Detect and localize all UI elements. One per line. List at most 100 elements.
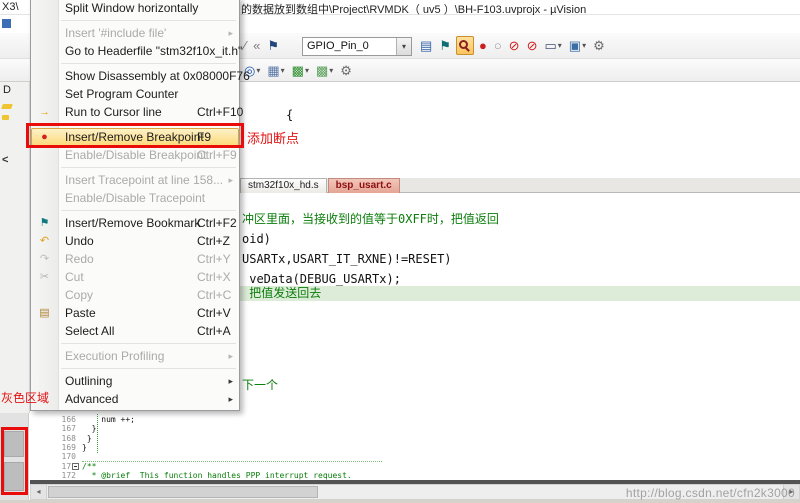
code-line-169[interactable]: 169} [0,443,800,452]
code-line[interactable]: oid) [240,232,800,247]
toolbar-row1-post: ▤ ⚑ ● ○ ⊘ ⊘ ▭ ▾ ▣ ▾ ⚙ [418,36,607,55]
menu-item-advanced[interactable]: Advanced ▸ [31,390,239,408]
bookmark-flag-icon[interactable]: ⚑ [437,36,453,55]
line-number: 168 [61,433,76,443]
cut-scissors-icon: ✂ [39,271,50,283]
code-line-168[interactable]: 168 } [0,434,800,443]
menu-item-paste[interactable]: ▤ Paste Ctrl+V [31,304,239,322]
code-line-167[interactable]: 167 } [0,424,800,433]
debug-windows-icon[interactable]: ▭ ▾ [542,36,563,55]
disable-all-breakpoints-icon[interactable]: ○ [492,36,504,55]
line-number: 169 [61,442,76,452]
code-line[interactable]: 下一个 [240,378,800,393]
collapse-chevron-icon[interactable]: < [2,154,8,166]
line-number: 166 [61,415,76,424]
bookmark-flag-icon: ⚑ [39,217,50,229]
app-icon-fragment [2,19,11,28]
memory-window-icon[interactable]: ▣ ▾ [567,36,588,55]
redo-arrow-icon: ↷ [39,253,50,265]
scroll-left-arrow-icon[interactable]: ◂ [31,485,47,499]
magnifier-glyph [458,40,468,49]
menu-item-redo[interactable]: ↷ Redo Ctrl+Y [31,250,239,268]
toolbar-fragment-icon-1[interactable]: ⁄ [242,36,248,55]
menu-item-select-all[interactable]: Select All Ctrl+A [31,322,239,340]
line-number: 170 [61,452,76,462]
menu-separator [61,210,236,211]
run-to-cursor-icon: → [39,106,50,118]
menu-item-insert-remove-breakpoint[interactable]: ● Insert/Remove Breakpoint F9 [31,128,239,146]
breakpoint-margin[interactable] [0,413,29,500]
code-line[interactable]: veData(DEBUG_USARTx); [240,272,800,287]
menu-item-split-window-horizontally[interactable]: Split Window horizontally [31,0,239,17]
code-line-171[interactable]: 171/** [0,462,800,471]
code-line[interactable]: USARTx,USART_IT_RXNE)!=RESET) [240,252,800,267]
menu-item-enable-disable-breakpoint[interactable]: Enable/Disable Breakpoint Ctrl+F9 [31,146,239,164]
insert-remove-breakpoint-icon[interactable]: ● [477,36,489,55]
magnifier-breakpoint-icon[interactable] [455,36,474,55]
submenu-arrow-icon: ▸ [228,175,233,185]
code-line-166[interactable]: 166 num ++; [0,415,800,424]
notebook-icon[interactable]: ▤ [418,36,434,55]
combobox-value: GPIO_Pin_0 [307,40,369,52]
code-fragment: { [286,108,294,122]
dropdown-arrow-icon: ▾ [557,41,562,50]
scrollbar-thumb[interactable] [48,486,318,498]
title-path-fragment: X3\ [2,1,19,13]
menu-separator [61,63,236,64]
menu-separator [61,167,236,168]
kill-all-breakpoints-icon[interactable]: ⊘ [507,36,522,55]
menu-item-copy[interactable]: Copy Ctrl+C [31,286,239,304]
yellow-marker-icon [2,115,9,120]
dropdown-arrow-icon: ▾ [304,66,309,75]
menu-item-insert-remove-bookmark[interactable]: ⚑ Insert/Remove Bookmark Ctrl+F2 [31,214,239,232]
fold-collapse-icon[interactable] [72,462,79,470]
dropdown-arrow-icon: ▾ [329,66,334,75]
code-line-172[interactable]: 172 * @brief This function handles PPP i… [0,471,800,480]
menu-separator [61,368,236,369]
editor-upper-region[interactable]: { [240,82,800,178]
dropdown-arrow-icon: ▾ [256,66,261,75]
menu-separator [61,124,236,125]
editor-top-code[interactable]: 冲区里面，当接收到的值等于0XFF时，把值返回 oid) USARTx,USART_… [240,193,800,413]
undo-arrow-icon: ↶ [39,235,50,247]
menu-item-insert-include-file[interactable]: Insert '#include file' ▸ [31,24,239,42]
menu-item-insert-tracepoint-at-line-158[interactable]: Insert Tracepoint at line 158... ▸ [31,171,239,189]
toolbar-fragment-icon-2[interactable]: « [251,36,262,55]
dropdown-arrow-icon: ▾ [582,41,587,50]
line-number: 167 [61,424,76,434]
tab-stm32f10x-hd-s[interactable]: stm32f10x_hd.s [240,178,327,193]
configure-gear-icon[interactable]: ⚙ [591,36,607,55]
toolbar-row1-pre: ⁄ «⚑ [242,36,281,55]
code-line[interactable]: 冲区里面，当接收到的值等于0XFF时，把值返回 [240,212,800,227]
menu-item-set-program-counter[interactable]: Set Program Counter [31,85,239,103]
tab-bsp-usart-c[interactable]: bsp_usart.c [327,178,400,193]
stop-sign-icon[interactable]: ⊘ [525,36,540,55]
window-layout-icon[interactable]: ▦ ▾ [265,61,286,80]
menu-item-go-to-headerfile-stm32f10x-it-h[interactable]: Go to Headerfile "stm32f10x_it.h" [31,42,242,60]
gpio-pin-combobox[interactable]: GPIO_Pin_0 ▾ [302,37,412,56]
tools-gear-icon[interactable]: ⚙ [338,61,354,80]
menu-item-execution-profiling[interactable]: Execution Profiling ▸ [31,347,239,365]
code-line[interactable]: 把值发送回去 [240,286,800,301]
menu-item-cut[interactable]: ✂ Cut Ctrl+X [31,268,239,286]
flag-icon[interactable]: ⚑ [265,36,281,55]
menu-separator [61,20,236,21]
combobox-dropdown-icon[interactable]: ▾ [396,38,411,55]
menu-item-undo[interactable]: ↶ Undo Ctrl+Z [31,232,239,250]
batch-build-icon[interactable]: ▩ ▾ [314,61,335,80]
pane-caption-fragment: D [3,84,11,96]
menu-item-run-to-cursor-line[interactable]: → Run to Cursor line Ctrl+F10 [31,103,243,121]
margin-gray-block [4,462,24,491]
paste-clipboard-icon: ▤ [39,307,50,319]
menu-item-outlining[interactable]: Outlining ▸ [31,372,239,390]
yellow-marker-icon [1,104,13,109]
menu-separator [61,343,236,344]
submenu-arrow-icon: ▸ [228,376,233,386]
left-pane-fragment: D < [0,82,30,413]
editor-bottom-code[interactable]: 166 num ++; 167 } 168 } 169} 170 171/** 172 * … [0,413,800,480]
build-target-icon[interactable]: ▩ ▾ [290,61,311,80]
menu-item-enable-disable-tracepoint[interactable]: Enable/Disable Tracepoint [31,189,239,207]
menu-item-show-disassembly-at-0x08000f76[interactable]: Show Disassembly at 0x08000F76 [31,67,250,85]
margin-gray-block [4,431,24,457]
dropdown-arrow-icon: ▾ [280,66,285,75]
